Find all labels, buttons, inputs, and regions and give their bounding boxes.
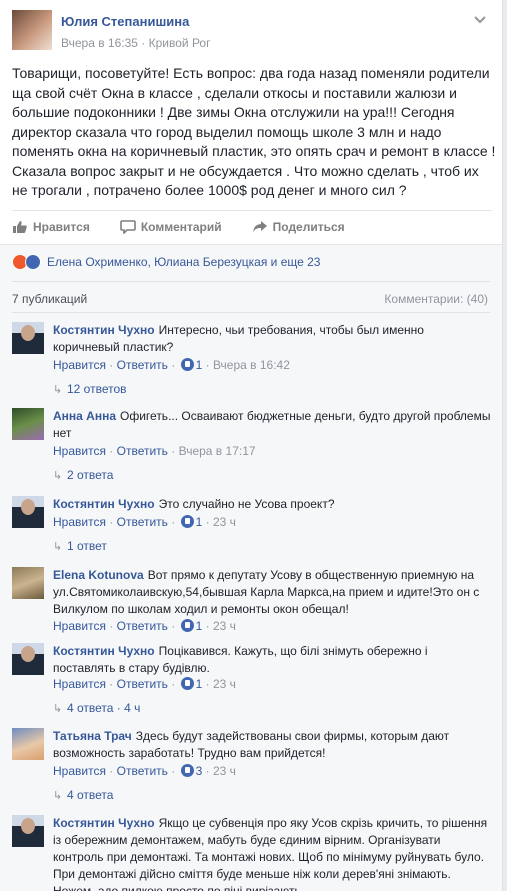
post-meta: Вчера в 16:35 · Кривой Рог [61, 36, 211, 50]
replies-label: 4 ответа [67, 788, 114, 802]
post-actions: Нравится Комментарий Поделиться [12, 210, 492, 242]
chevron-down-icon[interactable] [472, 12, 488, 28]
commenter-name[interactable]: Костянтин Чухно [53, 323, 155, 337]
comments-count[interactable]: Комментарии: (40) [384, 292, 488, 306]
comment-reply-link[interactable]: Ответить [117, 619, 168, 633]
divider [12, 281, 490, 282]
comment-reply-link[interactable]: Ответить [117, 358, 168, 372]
post-time[interactable]: Вчера в 16:35 [61, 36, 138, 50]
comment-body: Костянтин Чухно Поцікавився. Кажуть, що б… [53, 643, 493, 677]
reply-arrow-icon: ↳ [53, 541, 63, 553]
comment-reply-link[interactable]: Ответить [117, 677, 168, 691]
post-header: Юлия Степанишина Вчера в 16:35 · Кривой … [0, 0, 502, 58]
comment-actions: Нравится · Ответить · Вчера в 17:17 [53, 444, 256, 458]
replies-label: 1 ответ [67, 539, 107, 553]
comment-time[interactable]: Вчера в 16:42 [213, 358, 290, 372]
comment-actions: Нравится · Ответить · 1 · 23 ч [53, 677, 236, 691]
like-count-icon [180, 358, 194, 371]
commenter-avatar[interactable] [12, 322, 44, 354]
comment-like-link[interactable]: Нравится [53, 619, 106, 633]
like-count[interactable]: 3 [196, 764, 203, 778]
replies-label: 12 ответов [67, 382, 127, 396]
comment-like-link[interactable]: Нравится [53, 515, 106, 529]
share-label: Поделиться [272, 219, 345, 234]
comment-body: Костянтин Чухно Якщо це субвенція про яку… [53, 815, 493, 891]
replies-link[interactable]: ↳ 2 ответа [53, 468, 113, 482]
comment-body: Анна Анна Офигеть... Осваивают бюджетные … [53, 408, 493, 442]
commenter-avatar[interactable] [12, 567, 44, 599]
commenter-name[interactable]: Костянтин Чухно [53, 644, 155, 658]
comment-time[interactable]: 23 ч [213, 515, 236, 529]
comment-like-link[interactable]: Нравится [53, 444, 106, 458]
like-count[interactable]: 1 [196, 515, 203, 529]
commenter-avatar[interactable] [12, 815, 44, 847]
reactions-text[interactable]: Елена Охрименко, Юлиана Березуцкая и еще… [47, 255, 320, 269]
divider [12, 312, 490, 313]
like-count[interactable]: 1 [196, 619, 203, 633]
comment-label: Комментарий [140, 219, 222, 234]
commenter-avatar[interactable] [12, 408, 44, 440]
publications-link[interactable]: 7 публикаций [12, 292, 87, 306]
author-name[interactable]: Юлия Степанишина [61, 14, 189, 29]
thumbs-up-icon [12, 220, 28, 234]
like-count-icon [180, 764, 194, 777]
reactions-bar[interactable]: Елена Охрименко, Юлиана Березуцкая и еще… [12, 253, 320, 271]
like-count[interactable]: 1 [196, 358, 203, 372]
comment-time[interactable]: 23 ч [213, 764, 236, 778]
commenter-avatar[interactable] [12, 728, 44, 760]
commenter-avatar[interactable] [12, 643, 44, 675]
commenter-name[interactable]: Анна Анна [53, 409, 116, 423]
replies-label: 2 ответа [67, 468, 114, 482]
like-count-icon [180, 515, 194, 528]
comment-like-link[interactable]: Нравится [53, 358, 106, 372]
replies-link[interactable]: ↳ 4 ответа · 4 ч [53, 701, 140, 715]
commenter-name[interactable]: Татьяна Трач [53, 729, 132, 743]
post-text: Товарищи, посоветуйте! Есть вопрос: два … [12, 65, 496, 198]
comment-reply-link[interactable]: Ответить [117, 764, 168, 778]
like-count-icon [180, 619, 194, 632]
comment-actions: Нравится · Ответить · 3 · 23 ч [53, 764, 236, 778]
comment-text: Офигеть... Осваивают бюджетные деньги, б… [53, 409, 491, 440]
comment-body: Татьяна Трач Здесь будут задействованы св… [53, 728, 493, 762]
reply-arrow-icon: ↳ [53, 384, 63, 396]
author-avatar[interactable] [12, 10, 52, 50]
comment-reply-link[interactable]: Ответить [117, 515, 168, 529]
commenter-name[interactable]: Elena Kotunova [53, 568, 144, 582]
replies-link[interactable]: ↳ 1 ответ [53, 539, 107, 553]
comment-like-link[interactable]: Нравится [53, 764, 106, 778]
commenter-avatar[interactable] [12, 496, 44, 528]
comment-text: Это случайно не Усова проект? [158, 497, 335, 511]
comment-body: Костянтин Чухно Это случайно не Усова про… [53, 496, 493, 513]
post-card: Юлия Степанишина Вчера в 16:35 · Кривой … [0, 0, 503, 891]
commenter-name[interactable]: Костянтин Чухно [53, 497, 155, 511]
comment-time[interactable]: 23 ч [213, 677, 236, 691]
replies-link[interactable]: ↳ 12 ответов [53, 382, 127, 396]
replies-link[interactable]: ↳ 4 ответа [53, 788, 113, 802]
like-label: Нравится [33, 219, 90, 234]
reply-arrow-icon: ↳ [53, 470, 63, 482]
replies-label: 4 ответа · 4 ч [67, 701, 141, 715]
like-reaction-icon [25, 254, 41, 270]
comment-body: Elena Kotunova Вот прямо к депутату Усову… [53, 567, 493, 618]
comment-time[interactable]: Вчера в 17:17 [179, 444, 256, 458]
like-count[interactable]: 1 [196, 677, 203, 691]
share-button[interactable]: Поделиться [252, 220, 345, 234]
comment-actions: Нравится · Ответить · 1 · 23 ч [53, 619, 236, 633]
comment-actions: Нравится · Ответить · 1 · Вчера в 16:42 [53, 358, 290, 372]
comment-body: Костянтин Чухно Интересно, чьи требования… [53, 322, 493, 356]
speech-bubble-icon [120, 219, 136, 235]
share-arrow-icon [252, 220, 268, 234]
post-location[interactable]: Кривой Рог [149, 36, 211, 50]
comment-reply-link[interactable]: Ответить [117, 444, 168, 458]
like-button[interactable]: Нравится [12, 220, 90, 234]
reply-arrow-icon: ↳ [53, 703, 63, 715]
commenter-name[interactable]: Костянтин Чухно [53, 816, 155, 830]
meta-separator: · [141, 36, 146, 50]
reply-arrow-icon: ↳ [53, 790, 63, 802]
like-count-icon [180, 677, 194, 690]
comment-time[interactable]: 23 ч [213, 619, 236, 633]
comment-like-link[interactable]: Нравится [53, 677, 106, 691]
comment-button[interactable]: Комментарий [120, 219, 222, 235]
comment-actions: Нравится · Ответить · 1 · 23 ч [53, 515, 236, 529]
